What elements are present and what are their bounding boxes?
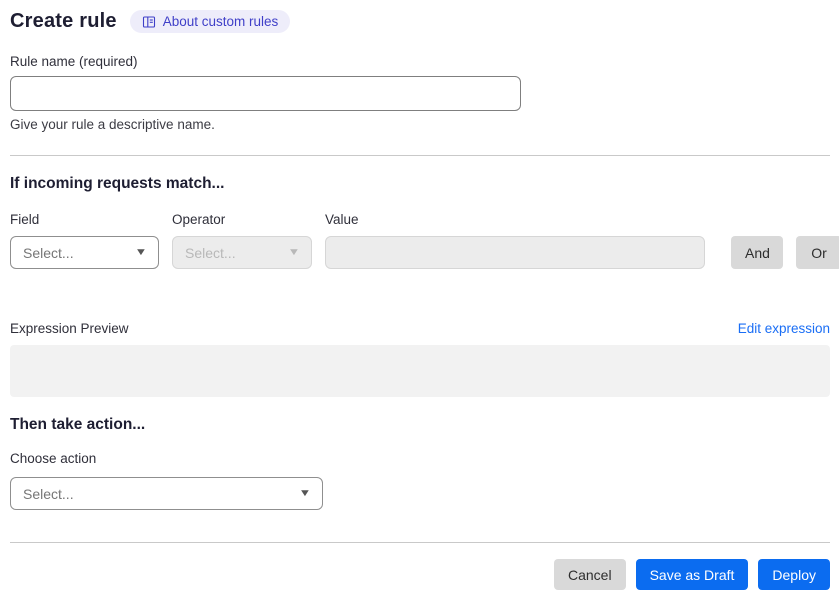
page-header: Create rule About custom rules [10, 10, 830, 33]
match-section-heading: If incoming requests match... [10, 175, 225, 192]
or-button[interactable]: Or [796, 236, 839, 269]
expression-preview-row: Expression Preview Edit expression [10, 321, 830, 336]
choose-action-select[interactable]: Select... ▼ [10, 477, 323, 510]
field-select-value: Select... [23, 244, 74, 261]
action-section-heading: Then take action... [10, 416, 146, 433]
choose-action-label: Choose action [10, 451, 97, 466]
and-button[interactable]: And [731, 236, 783, 269]
operator-select-value: Select... [185, 244, 236, 261]
about-custom-rules-label: About custom rules [162, 14, 279, 29]
section-divider-top [10, 155, 830, 156]
book-icon [142, 15, 156, 29]
chevron-down-icon: ▼ [298, 488, 312, 499]
choose-action-select-value: Select... [23, 485, 74, 502]
operator-label: Operator [172, 212, 226, 227]
value-label: Value [325, 212, 359, 227]
footer-actions: Cancel Save as Draft Deploy [10, 559, 830, 590]
value-input [325, 236, 705, 269]
match-labels-row: Field Operator Value [10, 212, 830, 227]
about-custom-rules-link[interactable]: About custom rules [129, 10, 291, 33]
rule-name-helper-text: Give your rule a descriptive name. [10, 117, 215, 132]
create-rule-page: Create rule About custom rules Rule name… [0, 0, 839, 590]
cancel-button[interactable]: Cancel [553, 559, 626, 590]
deploy-button[interactable]: Deploy [758, 559, 830, 590]
page-title: Create rule [10, 10, 117, 32]
chevron-down-icon: ▼ [287, 247, 301, 258]
rule-name-label: Rule name (required) [10, 54, 138, 69]
section-divider-bottom [10, 542, 830, 543]
rule-name-section: Rule name (required) Give your rule a de… [10, 54, 830, 132]
expression-preview-label: Expression Preview [10, 321, 129, 336]
rule-name-input[interactable] [10, 76, 521, 111]
chevron-down-icon: ▼ [134, 247, 148, 258]
field-label: Field [10, 212, 40, 227]
match-controls-row: Select... ▼ Select... ▼ And Or [10, 236, 839, 269]
operator-select: Select... ▼ [172, 236, 312, 269]
expression-preview-box [10, 345, 830, 397]
field-select[interactable]: Select... ▼ [10, 236, 159, 269]
edit-expression-link[interactable]: Edit expression [738, 321, 830, 336]
save-as-draft-button[interactable]: Save as Draft [635, 559, 749, 590]
